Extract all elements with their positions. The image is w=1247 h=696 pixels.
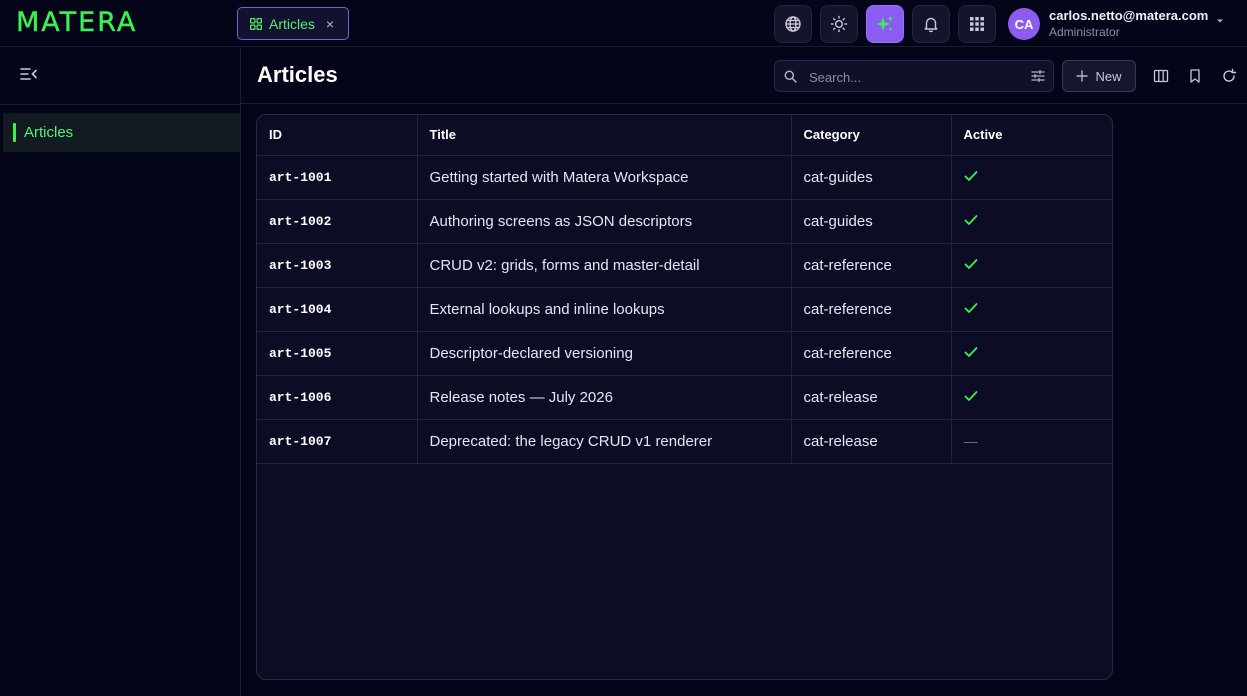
cell-id: art-1003 xyxy=(257,243,418,288)
table-row[interactable]: art-1004 External lookups and inline look… xyxy=(257,287,1112,332)
ai-assistant-button[interactable] xyxy=(866,5,904,43)
apps-grid-icon xyxy=(970,17,984,31)
cell-id: art-1006 xyxy=(257,375,418,420)
tab-close-icon[interactable]: × xyxy=(326,16,334,32)
cell-category: cat-reference xyxy=(791,287,952,332)
header-divider xyxy=(241,103,1247,104)
column-header-category[interactable]: Category xyxy=(791,115,952,156)
chevron-down-icon[interactable] xyxy=(1215,17,1225,25)
table-row[interactable]: art-1002 Authoring screens as JSON descri… xyxy=(257,199,1112,244)
bookmark-icon[interactable] xyxy=(1187,68,1203,84)
search-box[interactable] xyxy=(774,60,1054,92)
sun-icon xyxy=(830,15,848,33)
apps-menu-button[interactable] xyxy=(958,5,996,43)
language-button[interactable] xyxy=(774,5,812,43)
table-row[interactable]: art-1005 Descriptor-declared versioning ca… xyxy=(257,331,1112,376)
column-header-active[interactable]: Active xyxy=(951,115,1112,156)
cell-active xyxy=(951,287,1112,332)
column-header-title[interactable]: Title xyxy=(417,115,792,156)
cell-title: External lookups and inline lookups xyxy=(417,287,792,332)
check-icon xyxy=(964,346,977,357)
new-button[interactable]: New xyxy=(1062,60,1136,92)
cell-category: cat-release xyxy=(791,375,952,420)
cell-active xyxy=(951,375,1112,420)
check-icon xyxy=(964,170,977,181)
user-avatar[interactable]: CA xyxy=(1008,8,1040,40)
cell-id: art-1004 xyxy=(257,287,418,332)
cell-title: Release notes — July 2026 xyxy=(417,375,792,420)
cell-active xyxy=(951,331,1112,376)
cell-category: cat-reference xyxy=(791,243,952,288)
new-button-label: New xyxy=(1095,68,1122,84)
sidebar: Articles xyxy=(0,48,241,696)
grid-icon xyxy=(250,17,262,30)
table-row[interactable]: art-1006 Release notes — July 2026 cat-rel… xyxy=(257,375,1112,420)
bell-icon xyxy=(924,17,938,33)
cell-id: art-1007 xyxy=(257,419,418,464)
table-row[interactable]: art-1007 Deprecated: the legacy CRUD v1 r… xyxy=(257,419,1112,464)
cell-id: art-1005 xyxy=(257,331,418,376)
check-icon xyxy=(964,258,977,269)
active-indicator xyxy=(13,123,16,142)
inactive-dash: — xyxy=(963,432,978,449)
sidebar-item-label: Articles xyxy=(24,124,74,141)
check-icon xyxy=(964,214,977,225)
tab-label: Articles xyxy=(269,15,315,32)
user-email[interactable]: carlos.netto@matera.com xyxy=(1049,8,1208,23)
sidebar-divider xyxy=(0,104,240,105)
data-table: ID Title Category Active art-1001 Getting st… xyxy=(257,115,1112,464)
check-icon xyxy=(964,390,977,401)
page-title: Articles xyxy=(257,62,338,87)
theme-toggle-button[interactable] xyxy=(820,5,858,43)
filter-settings-icon[interactable] xyxy=(1031,69,1045,83)
check-icon xyxy=(964,302,977,313)
globe-icon xyxy=(785,16,801,32)
column-header-id[interactable]: ID xyxy=(257,115,418,156)
table-header-row: ID Title Category Active xyxy=(257,115,1112,156)
columns-icon[interactable] xyxy=(1153,68,1169,84)
cell-active: — xyxy=(951,419,1112,464)
sparkles-icon xyxy=(876,15,894,31)
collapse-sidebar-icon[interactable] xyxy=(20,67,38,81)
user-role: Administrator xyxy=(1049,25,1120,39)
sidebar-item-articles[interactable]: Articles xyxy=(3,113,240,152)
cell-active xyxy=(951,243,1112,288)
search-input[interactable] xyxy=(809,67,1019,87)
table-row[interactable]: art-1001 Getting started with Matera Work… xyxy=(257,155,1112,200)
top-bar: MATERA Articles × CA carlos.netto@matera… xyxy=(0,0,1247,47)
tab-articles[interactable]: Articles × xyxy=(237,7,349,40)
cell-category: cat-guides xyxy=(791,155,952,200)
cell-id: art-1001 xyxy=(257,155,418,200)
cell-category: cat-reference xyxy=(791,331,952,376)
cell-title: Authoring screens as JSON descriptors xyxy=(417,199,792,244)
articles-grid: ID Title Category Active art-1001 Getting st… xyxy=(256,114,1113,680)
cell-active xyxy=(951,155,1112,200)
notifications-button[interactable] xyxy=(912,5,950,43)
cell-active xyxy=(951,199,1112,244)
refresh-icon[interactable] xyxy=(1221,68,1237,84)
cell-title: CRUD v2: grids, forms and master-detail xyxy=(417,243,792,288)
app-logo[interactable]: MATERA xyxy=(16,7,137,38)
plus-icon xyxy=(1076,70,1089,82)
cell-id: art-1002 xyxy=(257,199,418,244)
table-row[interactable]: art-1003 CRUD v2: grids, forms and master… xyxy=(257,243,1112,288)
search-icon xyxy=(784,70,797,83)
cell-title: Descriptor-declared versioning xyxy=(417,331,792,376)
cell-category: cat-release xyxy=(791,419,952,464)
cell-category: cat-guides xyxy=(791,199,952,244)
cell-title: Deprecated: the legacy CRUD v1 renderer xyxy=(417,419,792,464)
cell-title: Getting started with Matera Workspace xyxy=(417,155,792,200)
